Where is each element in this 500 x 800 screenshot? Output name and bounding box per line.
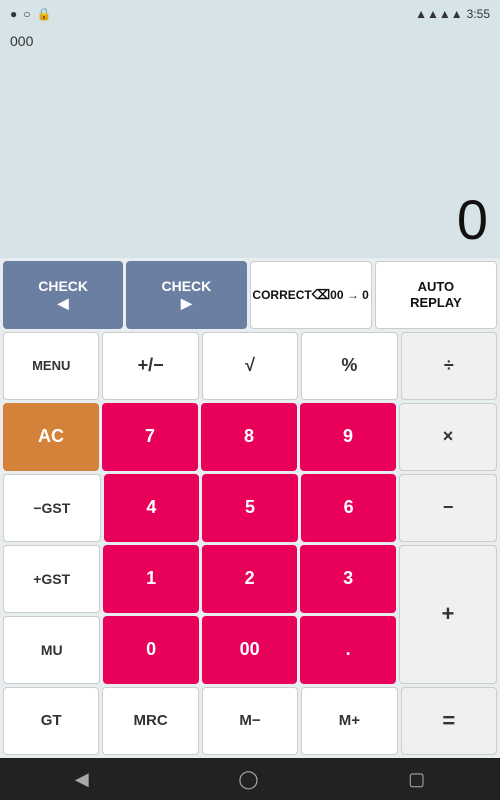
correct-button[interactable]: CORRECT⌫ 00 → 0 bbox=[250, 261, 372, 329]
decimal-button[interactable]: . bbox=[300, 616, 395, 684]
menu-button[interactable]: MENU bbox=[3, 332, 99, 400]
percent-button[interactable]: % bbox=[301, 332, 397, 400]
navigation-bar: ◀ ◯ ▢ bbox=[0, 758, 500, 800]
back-nav-icon[interactable]: ◀ bbox=[75, 769, 89, 790]
one-button[interactable]: 1 bbox=[103, 545, 198, 613]
display-area: 000 0 bbox=[0, 28, 500, 258]
calculator-area: CHECK◀ CHECK▶ CORRECT⌫ 00 → 0 AUTOREPLAY… bbox=[0, 258, 500, 758]
divide-button[interactable]: ÷ bbox=[401, 332, 497, 400]
zero-button[interactable]: 0 bbox=[103, 616, 198, 684]
function-row: CHECK◀ CHECK▶ CORRECT⌫ 00 → 0 AUTOREPLAY bbox=[3, 261, 497, 329]
minus-gst-button[interactable]: −GST bbox=[3, 474, 101, 542]
num-row-123-inner: +GST123 bbox=[3, 545, 396, 613]
five-button[interactable]: 5 bbox=[202, 474, 298, 542]
status-bar: ● ○ 🔒 ▲▲▲▲ 3:55 bbox=[0, 0, 500, 28]
main-display: 0 bbox=[457, 187, 488, 252]
nine-button[interactable]: 9 bbox=[300, 403, 396, 471]
sign-toggle-button[interactable]: +/− bbox=[102, 332, 198, 400]
check-forward-button[interactable]: CHECK▶ bbox=[126, 261, 246, 329]
m-minus-button[interactable]: M− bbox=[202, 687, 298, 755]
time-display: 3:55 bbox=[467, 7, 490, 21]
num-row-789: AC 7 8 9 × bbox=[3, 403, 497, 471]
mrc-button[interactable]: MRC bbox=[102, 687, 198, 755]
lock-icon: 🔒 bbox=[37, 7, 52, 21]
status-right-icons: ▲▲▲▲ 3:55 bbox=[415, 7, 490, 21]
mu-button[interactable]: MU bbox=[3, 616, 100, 684]
multiply-button[interactable]: × bbox=[399, 403, 497, 471]
memory-row: GT MRC M− M+ = bbox=[3, 687, 497, 755]
double-zero-button[interactable]: 00 bbox=[202, 616, 297, 684]
sqrt-button[interactable]: √ bbox=[202, 332, 298, 400]
gt-button[interactable]: GT bbox=[3, 687, 99, 755]
wifi-icon: ● bbox=[10, 7, 17, 21]
ops-row-1: MENU +/− √ % ÷ bbox=[3, 332, 497, 400]
num-row-456: −GST 4 5 6 − bbox=[3, 474, 497, 542]
num-row-0-inner: MU000. bbox=[3, 616, 396, 684]
two-button[interactable]: 2 bbox=[202, 545, 297, 613]
three-button[interactable]: 3 bbox=[300, 545, 395, 613]
six-button[interactable]: 6 bbox=[301, 474, 397, 542]
plus-gst-button[interactable]: +GST bbox=[3, 545, 100, 613]
m-plus-button[interactable]: M+ bbox=[301, 687, 397, 755]
home-nav-icon[interactable]: ◯ bbox=[238, 769, 258, 790]
plus-button[interactable]: + bbox=[399, 545, 497, 684]
status-left-icons: ● ○ 🔒 bbox=[10, 7, 51, 21]
equals-button[interactable]: = bbox=[401, 687, 497, 755]
bluetooth-icon: ○ bbox=[23, 7, 30, 21]
ac-button[interactable]: AC bbox=[3, 403, 99, 471]
four-button[interactable]: 4 bbox=[104, 474, 200, 542]
check-back-button[interactable]: CHECK◀ bbox=[3, 261, 123, 329]
num-rows-combined: +GST123MU000.+ bbox=[3, 545, 497, 684]
eight-button[interactable]: 8 bbox=[201, 403, 297, 471]
recent-nav-icon[interactable]: ▢ bbox=[408, 769, 425, 790]
auto-replay-button[interactable]: AUTOREPLAY bbox=[375, 261, 497, 329]
tape-display: 000 bbox=[10, 32, 490, 52]
minus-button[interactable]: − bbox=[399, 474, 497, 542]
signal-icon: ▲▲▲▲ bbox=[415, 7, 463, 21]
seven-button[interactable]: 7 bbox=[102, 403, 198, 471]
